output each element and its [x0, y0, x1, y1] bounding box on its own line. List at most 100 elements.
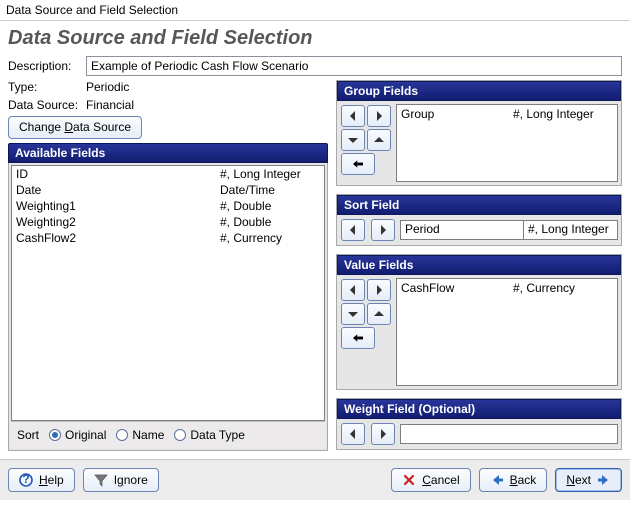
change-data-source-pre: Change — [19, 120, 64, 134]
chevron-left-icon — [346, 427, 360, 441]
remove-all-icon — [351, 157, 365, 171]
group-remove-button[interactable] — [367, 105, 391, 127]
value-field-row[interactable]: CashFlow #, Currency — [397, 279, 617, 297]
available-fields-header: Available Fields — [8, 143, 328, 163]
sort-name-label: Name — [132, 428, 164, 442]
window-title: Data Source and Field Selection — [0, 0, 630, 21]
group-fields-header: Group Fields — [337, 81, 621, 101]
wizard-footer: ? Help Ignore Cancel Back Next — [0, 459, 630, 500]
weight-remove-button[interactable] — [371, 423, 395, 445]
description-label: Description: — [8, 59, 86, 73]
label-key: C — [422, 473, 431, 487]
chevron-down-icon — [346, 133, 360, 147]
help-icon: ? — [19, 473, 33, 487]
available-field-row[interactable]: CashFlow2 #, Currency — [12, 230, 324, 246]
available-field-row[interactable]: ID #, Long Integer — [12, 166, 324, 182]
chevron-left-icon — [346, 223, 360, 237]
description-input[interactable] — [86, 56, 622, 76]
radio-icon — [174, 429, 186, 441]
sort-radio-original[interactable]: Original — [49, 428, 106, 442]
chevron-up-icon — [372, 307, 386, 321]
chevron-left-icon — [346, 109, 360, 123]
chevron-right-icon — [376, 223, 390, 237]
sort-original-label: Original — [65, 428, 106, 442]
remove-all-icon — [351, 331, 365, 345]
label-key: g — [117, 473, 124, 487]
available-field-row[interactable]: Date Date/Time — [12, 182, 324, 198]
group-remove-all-button[interactable] — [341, 153, 375, 175]
value-move-up-button[interactable] — [367, 303, 391, 325]
available-field-row[interactable]: Weighting1 #, Double — [12, 198, 324, 214]
field-name: Weighting1 — [16, 198, 220, 214]
label-post: elp — [48, 473, 64, 487]
sort-radio-name[interactable]: Name — [116, 428, 164, 442]
group-fields-list[interactable]: Group #, Long Integer — [396, 104, 618, 182]
sort-field-type: #, Long Integer — [523, 220, 618, 240]
group-field-row[interactable]: Group #, Long Integer — [397, 105, 617, 123]
field-name: Date — [16, 182, 220, 198]
field-type: #, Long Integer — [220, 166, 320, 182]
sort-add-button[interactable] — [341, 219, 365, 241]
radio-icon — [49, 429, 61, 441]
type-value: Periodic — [86, 80, 129, 94]
available-fields-list[interactable]: ID #, Long Integer Date Date/Time Weight… — [11, 165, 325, 421]
change-data-source-post: ata Source — [73, 120, 131, 134]
weight-field-input[interactable] — [400, 424, 618, 444]
chevron-right-icon — [372, 283, 386, 297]
cancel-button[interactable]: Cancel — [391, 468, 470, 492]
weight-add-button[interactable] — [341, 423, 365, 445]
arrow-right-icon — [597, 473, 611, 487]
filter-icon — [94, 473, 108, 487]
type-label: Type: — [8, 80, 86, 94]
sort-datatype-label: Data Type — [190, 428, 244, 442]
value-move-down-button[interactable] — [341, 303, 365, 325]
label-key: B — [510, 473, 518, 487]
change-data-source-key: D — [64, 120, 73, 134]
field-type: #, Currency — [220, 230, 320, 246]
arrow-left-icon — [490, 473, 504, 487]
value-remove-button[interactable] — [367, 279, 391, 301]
help-button[interactable]: ? Help — [8, 468, 75, 492]
field-name: Group — [401, 106, 513, 122]
group-add-button[interactable] — [341, 105, 365, 127]
label-key: N — [566, 473, 575, 487]
data-source-label: Data Source: — [8, 98, 86, 112]
chevron-up-icon — [372, 133, 386, 147]
sort-label: Sort — [17, 428, 39, 442]
field-name: Weighting2 — [16, 214, 220, 230]
field-type: #, Double — [220, 198, 320, 214]
field-name: CashFlow2 — [16, 230, 220, 246]
sort-field-name[interactable]: Period — [400, 220, 523, 240]
chevron-right-icon — [372, 109, 386, 123]
next-button[interactable]: Next — [555, 468, 622, 492]
available-field-row[interactable]: Weighting2 #, Double — [12, 214, 324, 230]
field-type: #, Long Integer — [513, 106, 613, 122]
close-icon — [402, 473, 416, 487]
svg-text:?: ? — [22, 473, 29, 486]
chevron-left-icon — [346, 283, 360, 297]
data-source-value: Financial — [86, 98, 134, 112]
label-post: ancel — [431, 473, 460, 487]
chevron-down-icon — [346, 307, 360, 321]
weight-field-header: Weight Field (Optional) — [337, 399, 621, 419]
sort-remove-button[interactable] — [371, 219, 395, 241]
field-type: #, Double — [220, 214, 320, 230]
group-move-down-button[interactable] — [341, 129, 365, 151]
group-move-up-button[interactable] — [367, 129, 391, 151]
value-fields-list[interactable]: CashFlow #, Currency — [396, 278, 618, 386]
back-button[interactable]: Back — [479, 468, 548, 492]
value-add-button[interactable] — [341, 279, 365, 301]
label-key: H — [39, 473, 48, 487]
field-name: ID — [16, 166, 220, 182]
value-remove-all-button[interactable] — [341, 327, 375, 349]
value-fields-header: Value Fields — [337, 255, 621, 275]
sort-field-header: Sort Field — [337, 195, 621, 215]
ignore-button[interactable]: Ignore — [83, 468, 159, 492]
page-heading: Data Source and Field Selection — [8, 27, 622, 50]
sort-radio-data-type[interactable]: Data Type — [174, 428, 244, 442]
field-type: #, Currency — [513, 280, 613, 296]
label-post: ext — [575, 473, 591, 487]
radio-icon — [116, 429, 128, 441]
field-type: Date/Time — [220, 182, 320, 198]
change-data-source-button[interactable]: Change Data Source — [8, 116, 142, 139]
